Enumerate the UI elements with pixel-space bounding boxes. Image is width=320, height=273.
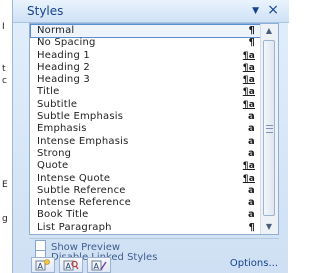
style-item-label: Heading 1 bbox=[37, 49, 90, 61]
paragraph-style-icon: ¶ bbox=[248, 234, 255, 235]
svg-text:A: A bbox=[66, 262, 72, 271]
divider bbox=[29, 238, 279, 239]
style-item-label: Title bbox=[37, 86, 60, 98]
character-style-icon: a bbox=[248, 123, 255, 135]
scroll-up-button[interactable]: ▲ bbox=[261, 24, 277, 38]
svg-text:A: A bbox=[94, 262, 100, 271]
new-style-icon: A bbox=[35, 259, 50, 271]
document-text-fragment: E bbox=[2, 180, 8, 190]
style-item-subtle-emphasis[interactable]: Subtle Emphasis a bbox=[31, 111, 261, 123]
style-item-label: Intense Reference bbox=[37, 197, 131, 209]
style-item-label: Subtle Emphasis bbox=[37, 111, 124, 123]
document-text-fragment: t bbox=[2, 64, 6, 74]
new-style-button[interactable]: A bbox=[31, 257, 55, 273]
style-item-label: Subtitle bbox=[37, 98, 78, 110]
style-item-label: Subtle Reference bbox=[37, 184, 126, 196]
style-item-label: Heading 3 bbox=[37, 74, 90, 86]
styles-list-scrollbar[interactable]: ▲ ▼ bbox=[260, 24, 278, 234]
styles-pane: Styles ▼ × Normal ¶ No Spacing ¶ Heading 1 ¶a… bbox=[12, 0, 289, 273]
close-icon[interactable]: × bbox=[267, 2, 279, 18]
paragraph-style-icon: ¶ bbox=[248, 37, 255, 49]
style-item-label: Normal bbox=[37, 25, 75, 36]
linked-style-icon: ¶a bbox=[242, 99, 255, 110]
manage-styles-button[interactable]: A bbox=[87, 257, 111, 273]
style-inspector-icon: A bbox=[63, 260, 79, 271]
style-item-heading-1[interactable]: Heading 1 ¶a bbox=[31, 50, 261, 62]
character-style-icon: a bbox=[248, 197, 255, 209]
manage-styles-icon: A bbox=[91, 260, 107, 271]
paragraph-style-icon: ¶ bbox=[248, 25, 255, 36]
style-item-quote[interactable]: Quote ¶a bbox=[31, 160, 261, 172]
svg-text:A: A bbox=[38, 262, 44, 271]
character-style-icon: a bbox=[248, 135, 255, 147]
styles-list-items: Normal ¶ No Spacing ¶ Heading 1 ¶a Heading 2 ¶a… bbox=[30, 24, 262, 235]
pane-menu-dropdown-icon[interactable]: ▼ bbox=[252, 6, 259, 16]
pane-title-bar[interactable]: Styles ▼ × bbox=[13, 0, 289, 23]
style-item-intense-reference[interactable]: Intense Reference a bbox=[31, 197, 261, 209]
document-text-fragment: c bbox=[2, 76, 7, 86]
style-item-label: Quote bbox=[37, 160, 69, 172]
character-style-icon: a bbox=[248, 184, 255, 196]
style-item-label: Strong bbox=[37, 147, 72, 159]
style-item-label: Intense Emphasis bbox=[37, 135, 129, 147]
style-item-label: List Paragraph bbox=[37, 221, 112, 233]
character-style-icon: a bbox=[248, 111, 255, 123]
style-item-label: Book Title bbox=[37, 209, 89, 221]
style-item-no-spacing[interactable]: No Spacing ¶ bbox=[31, 37, 261, 49]
document-text-fragment: I bbox=[2, 22, 5, 32]
style-item-label: Heading 2 bbox=[37, 61, 90, 73]
style-item-label: Emphasis bbox=[37, 123, 87, 135]
linked-style-icon: ¶a bbox=[242, 161, 255, 172]
linked-style-icon: ¶a bbox=[242, 50, 255, 61]
character-style-icon: a bbox=[248, 209, 255, 221]
document-text-fragment: g bbox=[2, 214, 8, 224]
style-item-subtle-reference[interactable]: Subtle Reference a bbox=[31, 185, 261, 197]
linked-style-icon: ¶a bbox=[242, 173, 255, 184]
style-item-emphasis[interactable]: Emphasis a bbox=[31, 123, 261, 135]
paragraph-style-icon: ¶ bbox=[248, 221, 255, 233]
style-item-title[interactable]: Title ¶a bbox=[31, 86, 261, 98]
style-inspector-button[interactable]: A bbox=[59, 257, 83, 273]
style-item-intense-emphasis[interactable]: Intense Emphasis a bbox=[31, 136, 261, 148]
style-item-list-paragraph[interactable]: List Paragraph ¶ bbox=[31, 222, 261, 234]
style-item-label: Bibliography bbox=[37, 234, 102, 235]
scroll-thumb[interactable] bbox=[263, 40, 275, 216]
linked-style-icon: ¶a bbox=[242, 87, 255, 98]
pane-title: Styles bbox=[27, 4, 64, 18]
style-item-label: No Spacing bbox=[37, 37, 96, 49]
style-item-normal[interactable]: Normal ¶ bbox=[30, 24, 262, 39]
style-item-heading-2[interactable]: Heading 2 ¶a bbox=[31, 62, 261, 74]
style-item-intense-quote[interactable]: Intense Quote ¶a bbox=[31, 173, 261, 185]
style-item-bibliography[interactable]: Bibliography ¶ bbox=[31, 234, 261, 235]
scroll-grip-icon bbox=[266, 125, 273, 133]
character-style-icon: a bbox=[248, 147, 255, 159]
document-edge: I t c E g bbox=[0, 0, 12, 273]
linked-style-icon: ¶a bbox=[242, 62, 255, 73]
style-item-subtitle[interactable]: Subtitle ¶a bbox=[31, 99, 261, 111]
style-item-book-title[interactable]: Book Title a bbox=[31, 209, 261, 221]
style-item-strong[interactable]: Strong a bbox=[31, 148, 261, 160]
style-item-label: Intense Quote bbox=[37, 172, 111, 184]
options-link[interactable]: Options... bbox=[230, 258, 278, 269]
scroll-down-button[interactable]: ▼ bbox=[261, 220, 277, 234]
styles-list[interactable]: Normal ¶ No Spacing ¶ Heading 1 ¶a Heading 2 ¶a… bbox=[29, 23, 279, 235]
style-item-heading-3[interactable]: Heading 3 ¶a bbox=[31, 74, 261, 86]
linked-style-icon: ¶a bbox=[242, 75, 255, 86]
